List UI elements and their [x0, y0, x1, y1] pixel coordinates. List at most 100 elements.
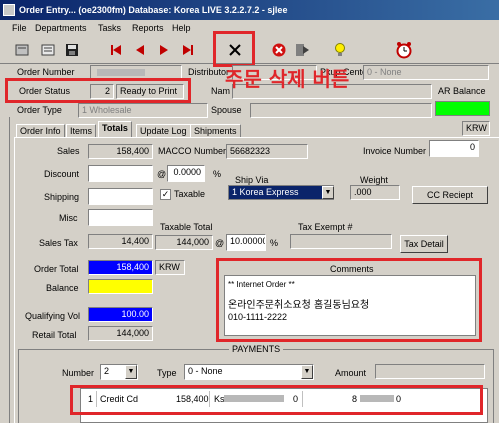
payment-type-select[interactable]: 0 - None	[184, 364, 314, 380]
discount-percent-field[interactable]: 0.0000	[167, 165, 205, 182]
blurred-value	[97, 69, 145, 76]
order-number-label: Order Number	[17, 67, 75, 77]
order-total-field: 158,400	[88, 260, 153, 275]
tab-totals[interactable]: Totals	[98, 121, 132, 138]
payment-row-card-prefix: Ks	[214, 394, 225, 404]
payment-row-method: Credit Cd	[100, 394, 139, 404]
weight-value: .000	[354, 187, 372, 197]
tax-exempt-field[interactable]	[290, 234, 392, 249]
ship-via-dropdown-arrow[interactable]: ▼	[322, 186, 334, 199]
previous-record-icon[interactable]	[130, 40, 150, 60]
tax-detail-button[interactable]: Tax Detail	[400, 235, 448, 253]
macco-number-value: 56682323	[230, 146, 271, 156]
payment-number-label: Number	[62, 368, 95, 378]
tax-rate-field[interactable]: 10.00000	[226, 234, 266, 251]
qualifying-vol-field: 100.00	[88, 307, 153, 322]
sales-field[interactable]: 158,400	[88, 144, 153, 159]
tab-update-log[interactable]: Update Log	[136, 124, 191, 138]
invoice-number-value: 0	[469, 142, 475, 152]
payment-row-amount: 158,400	[176, 394, 209, 404]
next-record-icon[interactable]	[154, 40, 174, 60]
tab-shipments[interactable]: Shipments	[190, 124, 241, 138]
currency-value: KRW	[466, 123, 487, 133]
delete-annotation-box	[213, 31, 255, 67]
alarm-clock-icon[interactable]	[394, 40, 414, 60]
first-record-icon[interactable]	[106, 40, 126, 60]
discount-field[interactable]	[88, 165, 153, 182]
save-icon[interactable]	[62, 40, 82, 60]
ship-via-select[interactable]: 1 Korea Express	[228, 185, 334, 200]
tax-rate-at-sign: @	[215, 238, 225, 248]
taxable-checkbox[interactable]: ✓	[160, 189, 171, 200]
misc-field[interactable]	[88, 209, 153, 226]
column-divider	[96, 391, 97, 407]
order-type-value: 1 Wholesale	[82, 105, 132, 115]
open-icon[interactable]	[38, 40, 58, 60]
delete-button-annotation-text: 주문 삭제 버튼	[225, 67, 350, 91]
pkup-center-value: 0 - None	[367, 67, 402, 77]
lightbulb-icon[interactable]	[330, 40, 350, 60]
menu-file[interactable]: File	[12, 20, 27, 37]
menu-reports[interactable]: Reports	[132, 20, 164, 37]
retail-total-field: 144,000	[88, 326, 153, 341]
macco-number-field[interactable]: 56682323	[226, 144, 308, 159]
ar-balance-label: AR Balance	[438, 86, 486, 96]
retail-total-value: 144,000	[116, 328, 149, 338]
order-total-value: 158,400	[116, 262, 149, 272]
column-divider	[302, 391, 303, 407]
payment-row-auth-suffix: 0	[396, 394, 402, 404]
payment-type-label: Type	[157, 368, 177, 378]
qualifying-vol-value: 100.00	[121, 309, 149, 319]
payments-section-label: PAYMENTS	[229, 344, 284, 354]
distributor-label: Distributor	[188, 67, 230, 77]
menu-tasks[interactable]: Tasks	[98, 20, 121, 37]
balance-field	[88, 279, 153, 294]
order-status-annotation-box	[5, 78, 191, 103]
taxable-total-field[interactable]: 144,000	[155, 235, 213, 250]
pkup-center-field[interactable]: 0 - None	[363, 65, 489, 80]
order-total-currency-value: KRW	[159, 262, 180, 272]
comments-label: Comments	[330, 264, 374, 274]
blurred-auth-code	[360, 395, 394, 402]
tax-exempt-label: Tax Exempt #	[298, 222, 353, 232]
tab-order-info[interactable]: Order Info	[16, 124, 65, 138]
payment-number-value: 2	[104, 366, 110, 376]
tab-items[interactable]: Items	[66, 124, 97, 138]
sales-tax-value: 14,400	[121, 236, 149, 246]
shipping-label: Shipping	[44, 192, 80, 202]
new-icon[interactable]	[12, 40, 32, 60]
tax-rate-percent-sign: %	[270, 238, 279, 248]
shipping-field[interactable]	[88, 188, 153, 205]
order-type-field[interactable]: 1 Wholesale	[78, 103, 208, 118]
invoice-number-field[interactable]: 0	[429, 140, 479, 157]
invoice-number-label: Invoice Number	[363, 146, 427, 156]
window-title: Order Entry... (oe2300fm) Database: Kore…	[19, 5, 288, 15]
menu-help[interactable]: Help	[172, 20, 191, 37]
payment-amount-field[interactable]	[375, 364, 485, 379]
sales-label: Sales	[57, 146, 80, 156]
weight-label: Weight	[360, 175, 388, 185]
blurred-card-number	[224, 395, 284, 402]
comments-line-3: 010-1111-2222	[228, 312, 288, 322]
discount-at-sign: @	[157, 169, 167, 179]
sales-tax-field[interactable]: 14,400	[88, 234, 153, 249]
taxable-total-label: Taxable Total	[160, 222, 213, 232]
weight-field[interactable]: .000	[350, 185, 400, 200]
cc-receipt-button[interactable]: CC Reciept	[412, 186, 488, 204]
last-record-icon[interactable]	[178, 40, 198, 60]
payment-row[interactable]: 1 Credit Cd 158,400 Ks 0 8 0	[84, 391, 478, 407]
payment-type-dropdown-arrow[interactable]: ▼	[301, 365, 313, 379]
macco-number-label: MACCO Number	[158, 146, 227, 156]
discount-percent-sign: %	[213, 169, 222, 179]
tax-rate-value: 10.00000	[230, 236, 266, 246]
comments-textarea[interactable]: ** Internet Order ** 온라인주문취소요청 홈길동님요청 01…	[224, 275, 476, 336]
ship-via-value: 1 Korea Express	[232, 187, 299, 197]
payment-amount-label: Amount	[335, 368, 367, 378]
menu-departments[interactable]: Departments	[35, 20, 87, 37]
title-bar: Order Entry... (oe2300fm) Database: Kore…	[0, 0, 499, 20]
payment-number-dropdown-arrow[interactable]: ▼	[125, 365, 137, 379]
spouse-field[interactable]	[250, 103, 432, 118]
taxable-label: Taxable	[174, 189, 206, 199]
cancel-icon[interactable]	[269, 40, 289, 60]
exit-icon[interactable]	[292, 40, 312, 60]
